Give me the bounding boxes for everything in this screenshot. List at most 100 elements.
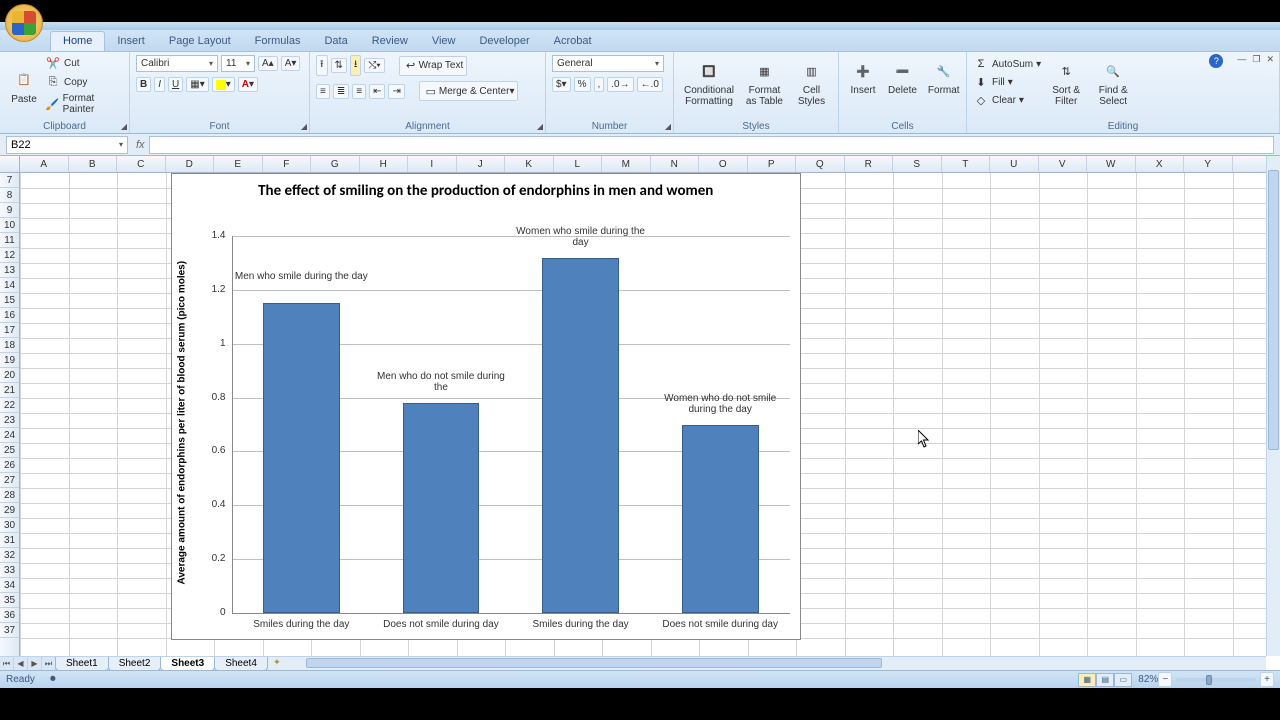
row-header[interactable]: 16 (0, 308, 19, 323)
column-header[interactable]: N (651, 156, 700, 172)
find-select-button[interactable]: 🔍Find & Select (1091, 55, 1135, 109)
column-header[interactable]: P (748, 156, 797, 172)
sort-filter-button[interactable]: ⇅Sort & Filter (1044, 55, 1088, 109)
worksheet-grid[interactable]: ABCDEFGHIJKLMNOPQRSTUVWXY 78910111213141… (0, 156, 1280, 670)
column-header[interactable]: Q (796, 156, 845, 172)
font-color-button[interactable]: A▾ (238, 77, 258, 92)
office-button[interactable] (5, 4, 43, 42)
column-headers[interactable]: ABCDEFGHIJKLMNOPQRSTUVWXY (20, 156, 1266, 173)
plot-area[interactable]: 00.20.40.60.811.21.4Smiles during the da… (232, 236, 791, 613)
row-header[interactable]: 29 (0, 503, 19, 518)
page-break-view-button[interactable]: ▭ (1114, 673, 1132, 687)
row-header[interactable]: 7 (0, 173, 19, 188)
number-launcher[interactable]: ◢ (665, 122, 671, 131)
merge-center-button[interactable]: ▭Merge & Center▾ (419, 81, 519, 101)
ribbon-tab-data[interactable]: Data (312, 32, 359, 51)
clipboard-launcher[interactable]: ◢ (121, 122, 127, 131)
number-format-select[interactable]: General▾ (552, 55, 664, 72)
zoom-level[interactable]: 82% (1138, 674, 1158, 685)
align-middle-button[interactable]: ⇅ (331, 58, 347, 73)
chart-bar[interactable] (403, 403, 480, 613)
align-bottom-button[interactable]: ⭳ (350, 55, 362, 76)
format-painter-button[interactable]: 🖌️Format Painter (45, 93, 123, 115)
insert-sheet-button[interactable]: ✦ (268, 657, 286, 671)
page-layout-view-button[interactable]: ▤ (1096, 673, 1114, 687)
font-launcher[interactable]: ◢ (301, 122, 307, 131)
row-header[interactable]: 8 (0, 188, 19, 203)
orientation-button[interactable]: ⤭▾ (364, 58, 384, 73)
align-right-button[interactable]: ≡ (352, 84, 366, 99)
copy-button[interactable]: ⎘Copy (45, 74, 123, 90)
column-header[interactable]: R (845, 156, 894, 172)
row-header[interactable]: 25 (0, 443, 19, 458)
chart-data-label[interactable]: Women who do not smile during the day (650, 393, 790, 415)
insert-button[interactable]: ➕Insert (845, 55, 881, 98)
ribbon-tab-formulas[interactable]: Formulas (243, 32, 313, 51)
fill-color-button[interactable]: ▾ (212, 77, 235, 92)
restore-button[interactable]: ❐ (1252, 54, 1260, 68)
row-header[interactable]: 26 (0, 458, 19, 473)
column-header[interactable]: F (263, 156, 312, 172)
vertical-scroll-thumb[interactable] (1268, 170, 1279, 450)
column-header[interactable]: T (942, 156, 991, 172)
italic-button[interactable]: I (154, 77, 165, 92)
row-header[interactable]: 27 (0, 473, 19, 488)
column-header[interactable]: H (360, 156, 409, 172)
row-header[interactable]: 10 (0, 218, 19, 233)
paste-button[interactable]: 📋 Paste (6, 64, 42, 107)
row-header[interactable]: 14 (0, 278, 19, 293)
column-header[interactable]: D (166, 156, 215, 172)
chart-title[interactable]: The effect of smiling on the production … (172, 174, 801, 204)
ribbon-tab-acrobat[interactable]: Acrobat (542, 32, 604, 51)
sheet-last-button[interactable]: ⏭ (42, 657, 56, 671)
font-name-select[interactable]: Calibri▾ (136, 55, 218, 72)
row-header[interactable]: 20 (0, 368, 19, 383)
fill-button[interactable]: ⬇Fill▾ (973, 74, 1041, 90)
row-header[interactable]: 15 (0, 293, 19, 308)
column-header[interactable]: V (1039, 156, 1088, 172)
ribbon-tab-review[interactable]: Review (360, 32, 420, 51)
row-header[interactable]: 22 (0, 398, 19, 413)
sheet-first-button[interactable]: ⏮ (0, 657, 14, 671)
chart-bar[interactable] (542, 258, 619, 613)
chart-bar[interactable] (263, 303, 340, 613)
column-header[interactable]: W (1087, 156, 1136, 172)
chart-data-label[interactable]: Women who smile during the day (511, 226, 651, 248)
row-header[interactable]: 18 (0, 338, 19, 353)
ribbon-tab-view[interactable]: View (420, 32, 468, 51)
normal-view-button[interactable]: ▦ (1078, 673, 1096, 687)
column-header[interactable]: M (602, 156, 651, 172)
column-header[interactable]: U (990, 156, 1039, 172)
conditional-formatting-button[interactable]: 🔲Conditional Formatting (680, 55, 738, 109)
zoom-in-button[interactable]: + (1260, 672, 1274, 687)
wrap-text-button[interactable]: ↩Wrap Text (399, 56, 468, 76)
ribbon-tab-page-layout[interactable]: Page Layout (157, 32, 243, 51)
row-header[interactable]: 12 (0, 248, 19, 263)
column-header[interactable]: O (699, 156, 748, 172)
ribbon-tab-developer[interactable]: Developer (467, 32, 541, 51)
column-header[interactable]: B (69, 156, 118, 172)
align-center-button[interactable]: ≣ (333, 84, 349, 99)
comma-button[interactable]: , (594, 77, 605, 92)
zoom-thumb[interactable] (1206, 675, 1212, 685)
row-header[interactable]: 9 (0, 203, 19, 218)
row-header[interactable]: 35 (0, 593, 19, 608)
sheet-tab[interactable]: Sheet2 (108, 657, 162, 671)
row-header[interactable]: 33 (0, 563, 19, 578)
column-header[interactable]: S (893, 156, 942, 172)
sheet-prev-button[interactable]: ◀ (14, 657, 28, 671)
percent-button[interactable]: % (574, 77, 591, 92)
help-icon[interactable]: ? (1209, 54, 1223, 68)
decrease-decimal-button[interactable]: ←.0 (637, 77, 663, 92)
decrease-font-button[interactable]: A▾ (281, 56, 301, 71)
ribbon-tab-home[interactable]: Home (50, 31, 105, 51)
column-header[interactable]: J (457, 156, 506, 172)
sheet-tab[interactable]: Sheet1 (55, 657, 109, 671)
row-header[interactable]: 32 (0, 548, 19, 563)
clear-button[interactable]: ◇Clear▾ (973, 92, 1041, 108)
row-header[interactable]: 37 (0, 623, 19, 638)
delete-button[interactable]: ➖Delete (884, 55, 921, 98)
alignment-launcher[interactable]: ◢ (537, 122, 543, 131)
row-header[interactable]: 13 (0, 263, 19, 278)
format-button[interactable]: 🔧Format (924, 55, 964, 98)
